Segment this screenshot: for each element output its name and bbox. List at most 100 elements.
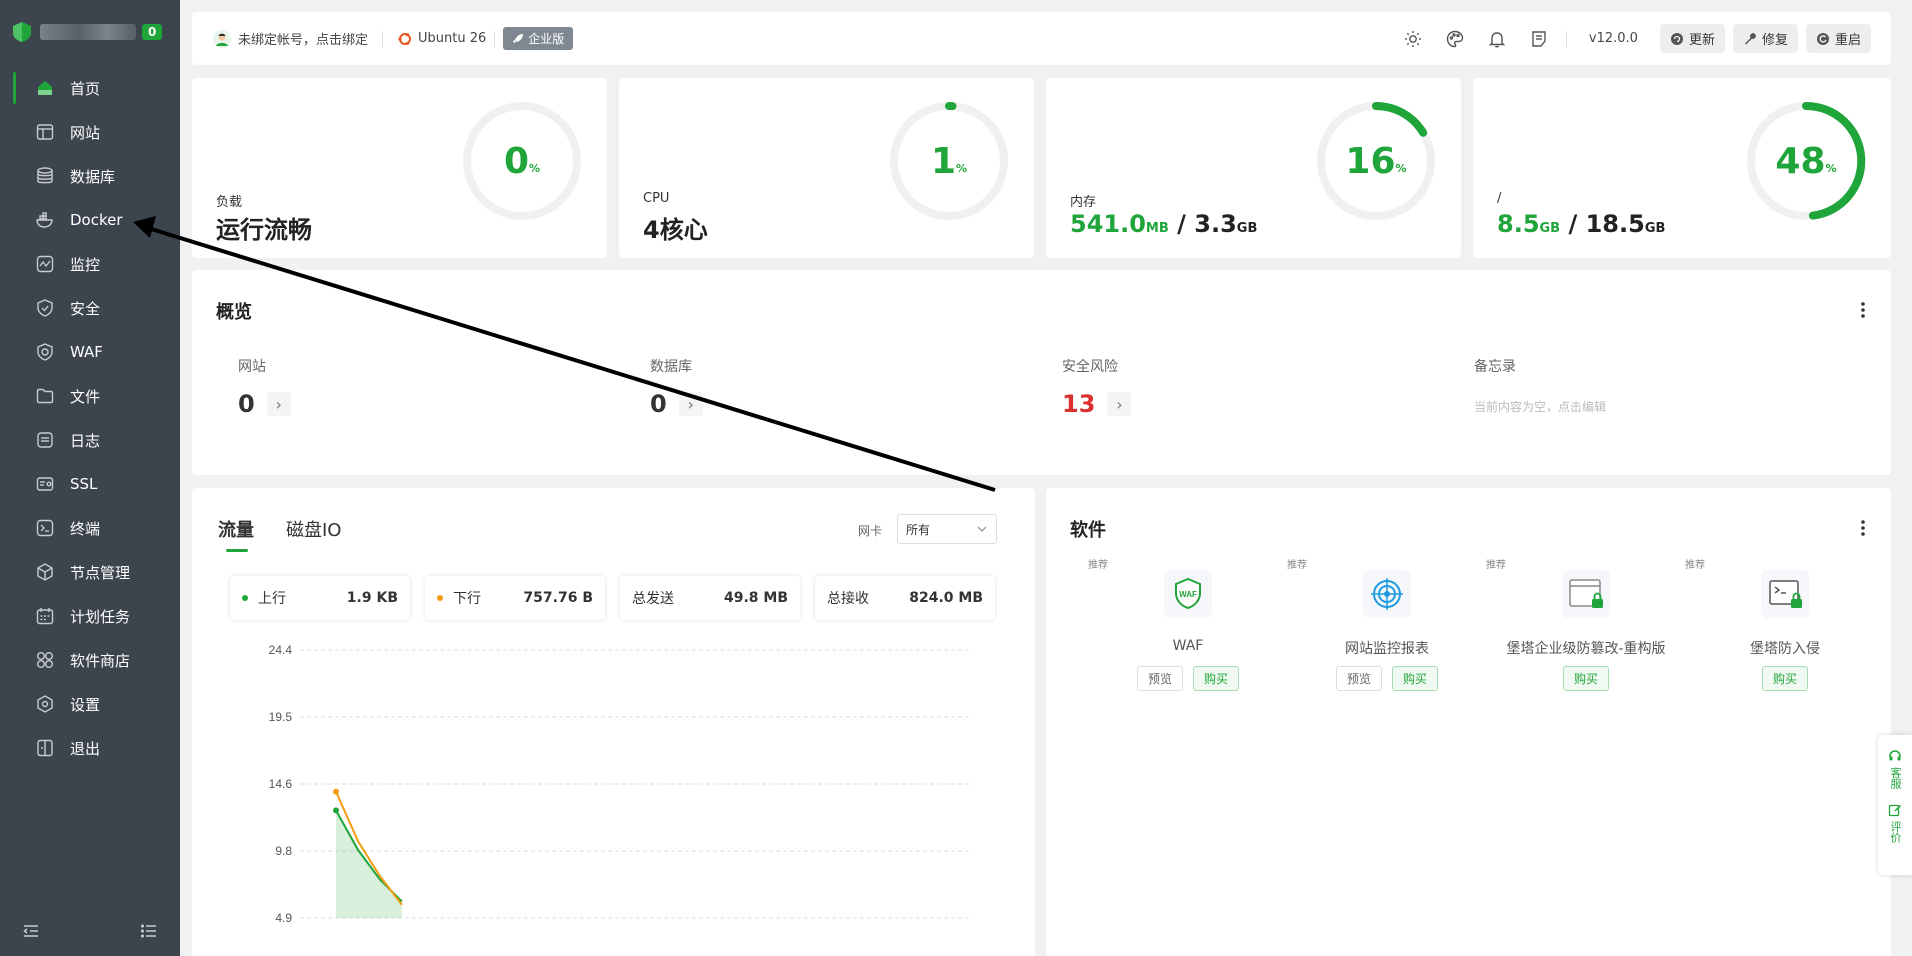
preview-button[interactable]: 预览 bbox=[1136, 666, 1183, 691]
server-name-redacted bbox=[40, 24, 136, 40]
os-text: Ubuntu 26 bbox=[418, 31, 487, 46]
memory-total-unit: GB bbox=[1236, 221, 1258, 236]
sidebar-item-waf[interactable]: WAF bbox=[0, 330, 180, 374]
ubuntu-icon bbox=[398, 32, 412, 45]
home-icon bbox=[38, 81, 52, 95]
buy-button[interactable]: 购买 bbox=[1562, 666, 1609, 691]
update-label: 更新 bbox=[1688, 33, 1715, 48]
sidebar-item-monitor[interactable]: 监控 bbox=[0, 242, 180, 286]
logo-shield-icon bbox=[13, 22, 31, 42]
disk-slash: / bbox=[1568, 210, 1578, 238]
sidebar-item-home[interactable]: 首页 bbox=[0, 66, 180, 110]
total-recv-label: 总接收 bbox=[827, 591, 869, 607]
tab-traffic[interactable]: 流量 bbox=[218, 516, 254, 552]
load-card[interactable]: 0% 负载 运行流畅 bbox=[192, 78, 607, 258]
total-sent-value: 49.8 MB bbox=[723, 590, 788, 606]
sidebar-item-website[interactable]: 网站 bbox=[0, 110, 180, 154]
theme-sun-icon[interactable] bbox=[1403, 29, 1423, 49]
disk-used-unit: GB bbox=[1539, 221, 1561, 236]
more-vertical-icon[interactable] bbox=[1853, 518, 1873, 538]
restart-label: 重启 bbox=[1834, 33, 1861, 48]
sidebar-item-label: 计划任务 bbox=[70, 607, 131, 626]
chevron-right-icon[interactable]: › bbox=[1107, 392, 1132, 416]
cpu-percent-value: 1 bbox=[930, 140, 957, 182]
sidebar-item-nodes[interactable]: 节点管理 bbox=[0, 550, 180, 594]
disk-card[interactable]: 48% / 8.5GB / 18.5GB bbox=[1473, 78, 1891, 258]
memory-card[interactable]: 16% 内存 541.0MB / 3.3GB bbox=[1046, 78, 1461, 258]
sidebar-item-logout[interactable]: 退出 bbox=[0, 726, 180, 770]
alert-badge[interactable]: 0 bbox=[142, 24, 163, 40]
more-vertical-icon[interactable] bbox=[1853, 300, 1873, 320]
download-value: 757.76 B bbox=[523, 590, 593, 606]
sidebar-item-store[interactable]: 软件商店 bbox=[0, 638, 180, 682]
sidebar-item-label: 文件 bbox=[70, 387, 101, 406]
disk-total-unit: GB bbox=[1644, 221, 1666, 236]
buy-button[interactable]: 购买 bbox=[1392, 666, 1439, 691]
memory-percent: 16% bbox=[1316, 101, 1436, 221]
repair-button[interactable]: 修复 bbox=[1732, 24, 1798, 53]
traffic-card: 流量 磁盘IO 网卡 所有 上行 1.9 KB 下行 757.76 B 总发送 … bbox=[192, 488, 1035, 956]
sidebar-item-settings[interactable]: 设置 bbox=[0, 682, 180, 726]
sidebar-item-database[interactable]: 数据库 bbox=[0, 154, 180, 198]
percent-unit: % bbox=[1395, 161, 1407, 175]
account-bind-link[interactable]: 未绑定帐号，点击绑定 bbox=[212, 29, 368, 49]
chevron-down-icon bbox=[977, 526, 987, 532]
sites-count[interactable]: 0 bbox=[238, 390, 255, 418]
collapse-sidebar-icon[interactable] bbox=[22, 922, 40, 940]
customer-service-link[interactable]: 客服 bbox=[1887, 767, 1903, 789]
y-tick-label: 9.8 bbox=[275, 844, 292, 858]
preview-button[interactable]: 预览 bbox=[1335, 666, 1382, 691]
palette-icon[interactable] bbox=[1445, 29, 1465, 49]
tab-disk-io[interactable]: 磁盘IO bbox=[286, 516, 341, 552]
account-text: 未绑定帐号，点击绑定 bbox=[238, 33, 369, 48]
edit-icon[interactable] bbox=[1888, 803, 1902, 817]
terminal-icon bbox=[36, 519, 54, 537]
memory-percent-value: 16 bbox=[1345, 140, 1396, 182]
sidebar-item-label: 安全 bbox=[70, 299, 101, 318]
upload-point bbox=[333, 807, 339, 814]
update-button[interactable]: 更新 bbox=[1659, 24, 1725, 53]
os-info: Ubuntu 26 bbox=[397, 31, 486, 47]
sidebar-item-ssl[interactable]: SSL bbox=[0, 462, 180, 506]
sidebar-item-cron[interactable]: 计划任务 bbox=[0, 594, 180, 638]
buy-button[interactable]: 购买 bbox=[1193, 666, 1240, 691]
notes-icon[interactable] bbox=[1529, 29, 1549, 49]
restart-button[interactable]: 重启 bbox=[1805, 24, 1871, 53]
databases-count[interactable]: 0 bbox=[650, 390, 667, 418]
sidebar-item-files[interactable]: 文件 bbox=[0, 374, 180, 418]
load-percent: 0% bbox=[462, 101, 582, 221]
disk-percent-value: 48 bbox=[1775, 140, 1826, 182]
sidebar-item-security[interactable]: 安全 bbox=[0, 286, 180, 330]
sidebar-item-label: 网站 bbox=[70, 123, 101, 142]
download-dot bbox=[437, 595, 443, 601]
bell-icon[interactable] bbox=[1487, 29, 1507, 49]
disk-used: 8.5 bbox=[1497, 210, 1540, 238]
menu-list-icon[interactable] bbox=[140, 922, 158, 940]
risk-count[interactable]: 13 bbox=[1062, 390, 1095, 418]
memory-used: 541.0 bbox=[1070, 210, 1146, 238]
traffic-tabs: 流量 磁盘IO bbox=[218, 516, 341, 552]
chevron-right-icon[interactable]: › bbox=[266, 392, 291, 416]
website-icon bbox=[36, 124, 54, 140]
database-icon bbox=[37, 167, 53, 184]
upload-dot bbox=[242, 595, 248, 601]
sidebar-item-terminal[interactable]: 终端 bbox=[0, 506, 180, 550]
review-link[interactable]: 评价 bbox=[1887, 821, 1903, 843]
memo-placeholder[interactable]: 当前内容为空，点击编辑 bbox=[1474, 398, 1606, 415]
edition-badge[interactable]: 企业版 bbox=[503, 27, 574, 50]
folder-icon bbox=[36, 388, 54, 404]
memory-total: 3.3 bbox=[1194, 210, 1237, 238]
total-recv-stat: 总接收 824.0 MB bbox=[815, 576, 995, 620]
disk-usage: 8.5GB / 18.5GB bbox=[1497, 210, 1665, 238]
nic-select[interactable]: 所有 bbox=[897, 514, 997, 544]
cpu-card[interactable]: 1% CPU 4核心 bbox=[619, 78, 1034, 258]
chevron-right-icon[interactable]: › bbox=[678, 392, 703, 416]
overview-databases: 数据库 0 › bbox=[650, 356, 703, 418]
sidebar-item-logs[interactable]: 日志 bbox=[0, 418, 180, 462]
sidebar-item-label: 终端 bbox=[70, 519, 101, 538]
overview-memo: 备忘录 当前内容为空，点击编辑 bbox=[1474, 356, 1606, 415]
headset-icon[interactable] bbox=[1888, 749, 1902, 763]
version-text[interactable]: v12.0.0 bbox=[1589, 31, 1638, 46]
buy-button[interactable]: 购买 bbox=[1761, 666, 1808, 691]
sidebar-item-docker[interactable]: Docker bbox=[0, 198, 180, 242]
